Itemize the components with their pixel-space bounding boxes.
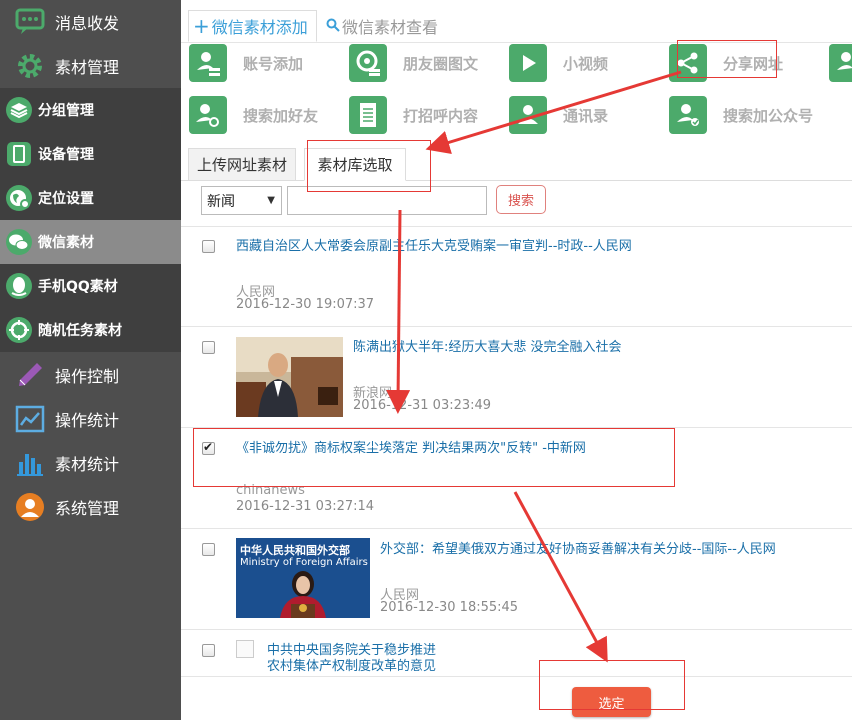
function-greeting-content[interactable]: 打招呼内容 xyxy=(349,95,478,135)
item-checkbox[interactable] xyxy=(202,341,215,354)
sidebar-item-group-management[interactable]: 分组管理 xyxy=(0,88,181,132)
search-button[interactable]: 搜索 xyxy=(496,185,546,214)
sidebar-label: 分组管理 xyxy=(38,103,94,119)
item-checkbox[interactable] xyxy=(202,543,215,556)
wechat-icon xyxy=(4,227,34,257)
sidebar-label: 操作控制 xyxy=(55,367,120,386)
tab-wechat-material-add[interactable]: + 微信素材添加 xyxy=(188,10,317,42)
document-icon xyxy=(349,96,387,134)
divider xyxy=(181,629,852,630)
function-label: 搜索加公众号 xyxy=(723,106,814,125)
moments-icon xyxy=(349,44,387,82)
sidebar-item-operation-control[interactable]: 操作控制 xyxy=(0,353,181,397)
function-account-add[interactable]: 账号添加 xyxy=(189,43,303,83)
arrow-item-to-confirm xyxy=(513,491,608,663)
phone-icon xyxy=(4,139,34,169)
annotation-box-selected-item xyxy=(193,428,675,487)
user-icon xyxy=(14,491,46,523)
category-select[interactable]: 新闻 ▼ xyxy=(201,186,282,215)
divider xyxy=(181,676,852,677)
broken-image-icon xyxy=(236,640,254,658)
divider xyxy=(181,528,852,529)
item-title[interactable]: 外交部：希望美俄双方通过友好协商妥善解决有关分歧--国际--人民网 xyxy=(380,538,776,557)
pencil-icon xyxy=(14,359,46,391)
function-contacts[interactable]: 通讯录 xyxy=(509,95,608,135)
divider xyxy=(181,226,852,227)
tab-label: 微信素材查看 xyxy=(342,18,439,37)
sidebar-label: 微信素材 xyxy=(38,235,94,251)
sidebar-item-system-management[interactable]: 系统管理 xyxy=(0,485,181,529)
function-label: 通讯录 xyxy=(563,106,609,125)
play-icon xyxy=(509,44,547,82)
contacts-icon xyxy=(509,96,547,134)
qq-icon xyxy=(4,271,34,301)
annotation-box-material-library xyxy=(307,140,431,192)
sidebar-item-material-statistics[interactable]: 素材统计 xyxy=(0,441,181,485)
function-search-add-friend[interactable]: 搜索加好友 xyxy=(189,95,318,135)
sidebar-label: 手机QQ素材 xyxy=(38,279,118,295)
chat-icon xyxy=(14,6,46,38)
sidebar-item-messages[interactable]: 消息收发 xyxy=(0,0,181,44)
user-share-icon xyxy=(829,44,852,82)
function-label: 朋友圈图文 xyxy=(403,54,479,73)
annotation-box-confirm xyxy=(539,660,685,710)
sidebar-item-device-management[interactable]: 设备管理 xyxy=(0,132,181,176)
item-time: 2016-12-30 19:07:37 xyxy=(236,297,375,312)
sidebar-item-wechat-material[interactable]: 微信素材 xyxy=(0,220,181,264)
item-title-line2[interactable]: 农村集体产权制度改革的意见 xyxy=(267,655,436,674)
sidebar: 消息收发 素材管理 分组管理 设备管理 定位设置 微信素材 手机QQ素材 随机任… xyxy=(0,0,181,720)
tab-upload-url-material[interactable]: 上传网址素材 xyxy=(188,148,296,181)
function-moments[interactable]: 朋友圈图文 xyxy=(349,43,478,83)
sidebar-label: 设备管理 xyxy=(38,147,94,163)
tab-wechat-material-view[interactable]: 微信素材查看 xyxy=(326,10,438,42)
divider xyxy=(181,326,852,327)
function-label: 打招呼内容 xyxy=(403,106,479,125)
sidebar-item-material-management[interactable]: 素材管理 xyxy=(0,44,181,88)
sidebar-label: 定位设置 xyxy=(38,191,94,207)
sidebar-label: 素材管理 xyxy=(55,58,120,77)
gear-icon xyxy=(14,50,46,82)
annotation-box-share-url xyxy=(677,40,777,78)
item-title[interactable]: 西藏自治区人大常委会原副主任乐大克受贿案一审宣判--时政--人民网 xyxy=(236,235,632,254)
sidebar-item-location-settings[interactable]: 定位设置 xyxy=(0,176,181,220)
tab-label: 微信素材添加 xyxy=(211,18,308,37)
layers-icon xyxy=(4,95,34,125)
function-label: 账号添加 xyxy=(243,54,304,73)
official-account-icon xyxy=(669,96,707,134)
function-short-video[interactable]: 小视频 xyxy=(509,43,608,83)
category-value: 新闻 xyxy=(207,193,235,210)
plus-icon: + xyxy=(193,14,210,38)
sidebar-label: 随机任务素材 xyxy=(38,323,122,339)
dropdown-arrow-icon: ▼ xyxy=(267,195,275,206)
search-user-icon xyxy=(189,96,227,134)
function-label: 小视频 xyxy=(563,54,609,73)
function-user-share[interactable] xyxy=(829,43,852,83)
item-checkbox[interactable] xyxy=(202,644,215,657)
thumbnail-image[interactable]: 中华人民共和国外交部 Ministry of Foreign Affairs xyxy=(236,538,370,618)
random-task-icon xyxy=(4,315,34,345)
thumbnail-image[interactable] xyxy=(236,337,343,417)
item-checkbox[interactable] xyxy=(202,240,215,253)
sidebar-item-qq-material[interactable]: 手机QQ素材 xyxy=(0,264,181,308)
function-search-official-account[interactable]: 搜索加公众号 xyxy=(669,95,813,135)
item-title[interactable]: 陈满出狱大半年:经历大喜大悲 没完全融入社会 xyxy=(353,336,622,355)
item-time: 2016-12-30 18:55:45 xyxy=(380,600,519,615)
item-time: 2016-12-31 03:27:14 xyxy=(236,499,375,514)
sidebar-label: 系统管理 xyxy=(55,499,120,518)
sidebar-label: 消息收发 xyxy=(55,14,120,33)
user-add-icon xyxy=(189,44,227,82)
globe-icon xyxy=(4,183,34,213)
sidebar-label: 操作统计 xyxy=(55,411,120,430)
function-label: 搜索加好友 xyxy=(243,106,319,125)
sidebar-label: 素材统计 xyxy=(55,455,120,474)
sidebar-item-operation-statistics[interactable]: 操作统计 xyxy=(0,397,181,441)
bar-chart-icon xyxy=(14,447,46,479)
sidebar-item-random-task-material[interactable]: 随机任务素材 xyxy=(0,308,181,352)
item-time: 2016-12-31 03:23:49 xyxy=(353,398,492,413)
line-chart-icon xyxy=(14,403,46,435)
search-icon xyxy=(326,17,340,36)
app-root: 消息收发 素材管理 分组管理 设备管理 定位设置 微信素材 手机QQ素材 随机任… xyxy=(0,0,852,720)
